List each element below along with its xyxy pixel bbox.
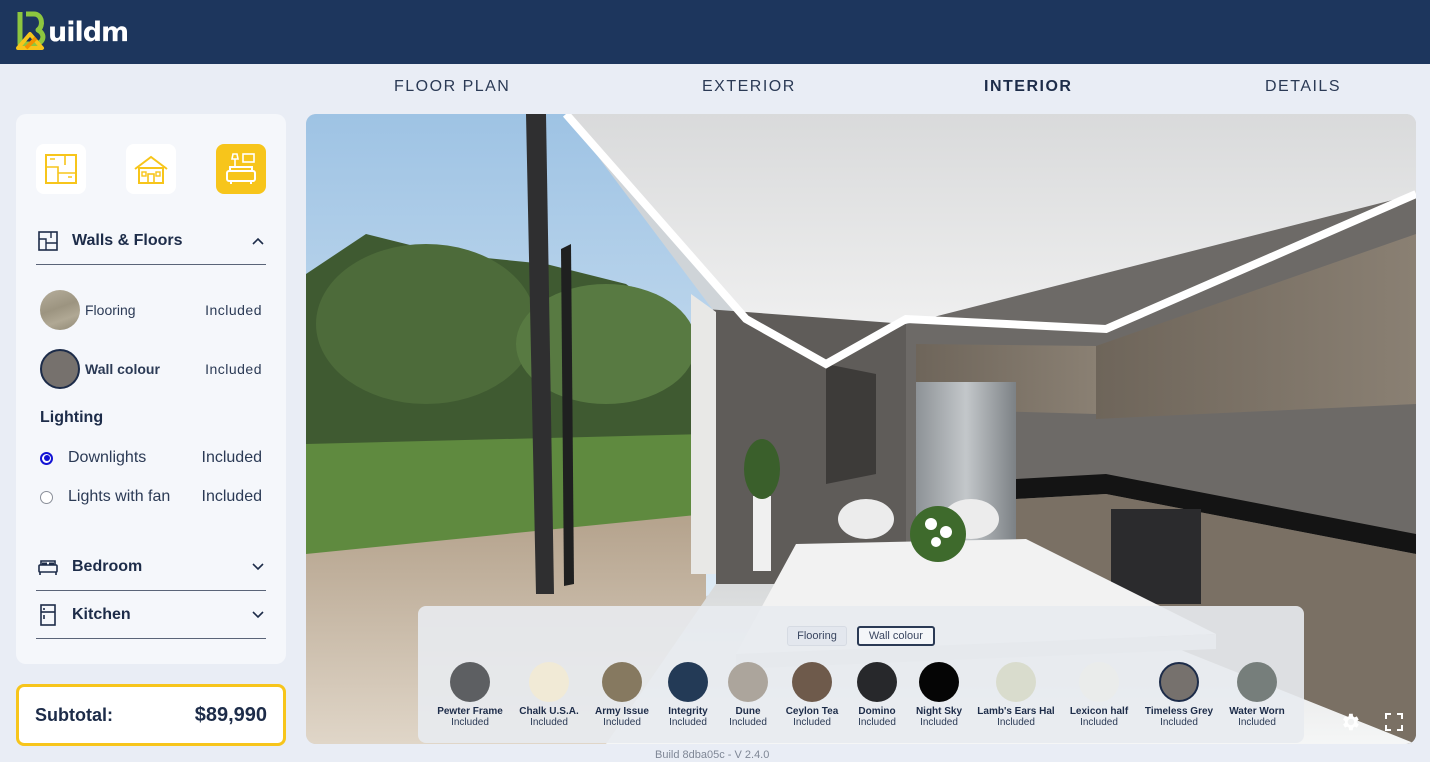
colour-value: Included (530, 717, 568, 728)
colour-value: Included (920, 717, 958, 728)
floorplan-icon (45, 154, 77, 184)
house-icon (134, 155, 168, 184)
swatch-dot (529, 662, 569, 702)
option-wall-colour[interactable]: Wall colour Included (40, 349, 262, 389)
section-walls-floors[interactable]: Walls & Floors (36, 217, 266, 265)
section-kitchen-label: Kitchen (72, 605, 131, 623)
options-sidebar: Walls & Floors Flooring Included Wall co… (16, 114, 286, 664)
colour-palette-panel: Flooring Wall colour Pewter Frame Include… (418, 606, 1304, 743)
interior-3d-viewer[interactable]: Flooring Wall colour Pewter Frame Include… (306, 114, 1416, 744)
fullscreen-button[interactable] (1382, 710, 1406, 734)
settings-button[interactable] (1338, 710, 1362, 734)
tab-interior[interactable]: INTERIOR (984, 78, 1072, 96)
swatch-dot (1079, 662, 1119, 702)
downlights-radio[interactable] (40, 451, 53, 465)
section-bedroom[interactable]: Bedroom (36, 543, 266, 591)
tab-floor-plan[interactable]: FLOOR PLAN (394, 78, 510, 96)
chevron-up-icon (250, 233, 266, 249)
lighting-heading: Lighting (40, 409, 104, 426)
tab-details[interactable]: DETAILS (1265, 78, 1341, 96)
lights-with-fan-label: Lights with fan (68, 488, 171, 505)
colour-name: Lamb's Ears Hal (977, 706, 1055, 717)
logo-text: uildm (48, 16, 129, 48)
option-lights-with-fan[interactable]: Lights with fan Included (40, 485, 262, 509)
fullscreen-icon (1385, 713, 1403, 731)
downlights-value: Included (201, 449, 263, 466)
colour-name: Night Sky (915, 706, 963, 717)
section-walls-floors-label: Walls & Floors (72, 231, 183, 249)
build-version: Build 8dba05c - V 2.4.0 (655, 749, 770, 761)
option-flooring-label: Flooring (85, 302, 136, 318)
section-bedroom-label: Bedroom (72, 557, 143, 575)
downlights-label: Downlights (68, 449, 147, 466)
colour-name: Water Worn (1229, 706, 1285, 717)
option-wall-colour-value: Included (205, 361, 262, 377)
walls-floors-icon (36, 229, 60, 253)
colour-value: Included (1238, 717, 1276, 728)
colour-swatch[interactable]: Water Worn Included (1207, 662, 1307, 728)
top-bar: uildm (0, 0, 1430, 64)
gear-icon (1343, 713, 1359, 731)
option-flooring-value: Included (205, 302, 262, 318)
swatch-dot (792, 662, 832, 702)
swatch-dot (1159, 662, 1199, 702)
chevron-down-icon (250, 559, 266, 575)
option-downlights[interactable]: Downlights Included (40, 446, 262, 470)
colour-value: Included (997, 717, 1035, 728)
option-flooring[interactable]: Flooring Included (40, 290, 262, 330)
swatch-dot (996, 662, 1036, 702)
chip-wall-colour[interactable]: Wall colour (856, 626, 935, 646)
subtotal-box: Subtotal: $89,990 (16, 684, 286, 746)
colour-value: Included (1080, 717, 1118, 728)
chevron-down-icon (250, 607, 266, 623)
lights-with-fan-value: Included (201, 488, 263, 505)
colour-value: Included (793, 717, 831, 728)
colour-value: Included (1160, 717, 1198, 728)
swatch-dot (919, 662, 959, 702)
category-floorplan-button[interactable] (36, 144, 86, 194)
tab-exterior[interactable]: EXTERIOR (702, 78, 796, 96)
interior-icon (226, 153, 256, 184)
colour-name: Timeless Grey (1144, 706, 1214, 717)
bed-icon (36, 555, 60, 579)
palette-chip-row: Flooring Wall colour (418, 626, 1304, 646)
flooring-swatch (40, 290, 80, 330)
subtotal-label: Subtotal: (35, 704, 113, 725)
chip-flooring[interactable]: Flooring (787, 626, 847, 646)
category-interior-button[interactable] (216, 144, 266, 194)
swatch-dot (1237, 662, 1277, 702)
logo-mark-icon (16, 11, 46, 50)
buildm-logo[interactable]: uildm (16, 8, 129, 52)
colour-name: Lexicon half (1069, 706, 1129, 717)
colour-name: Pewter Frame (437, 706, 503, 717)
colour-name: Dune (735, 706, 761, 717)
colour-value: Included (451, 717, 489, 728)
subtotal-value: $89,990 (194, 703, 267, 726)
swatch-dot (602, 662, 642, 702)
category-exterior-button[interactable] (126, 144, 176, 194)
colour-value: Included (603, 717, 641, 728)
colour-swatch-row: Pewter Frame Included Chalk U.S.A. Include… (418, 662, 1304, 732)
kitchen-icon (36, 603, 60, 627)
option-wall-colour-label: Wall colour (85, 361, 160, 377)
category-switcher (36, 144, 266, 194)
lights-with-fan-radio[interactable] (40, 490, 53, 504)
swatch-dot (450, 662, 490, 702)
wall-colour-swatch (40, 349, 80, 389)
colour-name: Chalk U.S.A. (519, 706, 579, 717)
section-kitchen[interactable]: Kitchen (36, 591, 266, 639)
main-tabs: FLOOR PLAN EXTERIOR INTERIOR DETAILS (306, 78, 1416, 102)
